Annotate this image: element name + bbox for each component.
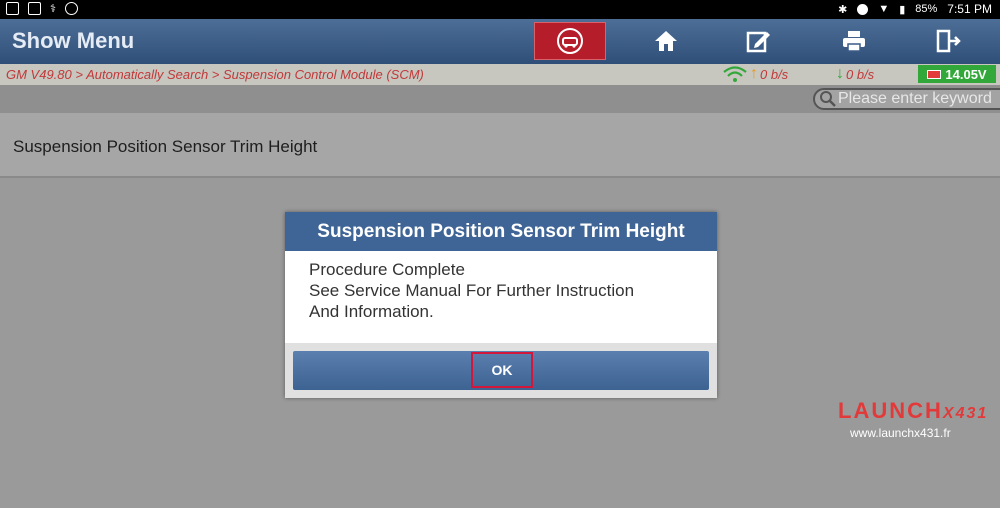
battery-icon: ▮ [899, 3, 906, 16]
path-bar: GM V49.80 > Automatically Search > Suspe… [0, 64, 1000, 85]
stethoscope-icon: ⚕ [50, 3, 56, 15]
search-icon [820, 91, 836, 107]
breadcrumb: GM V49.80 > Automatically Search > Suspe… [6, 67, 424, 82]
dialog-line: Procedure Complete [309, 260, 465, 279]
home-button[interactable] [630, 22, 702, 60]
brand-url: www.launchx431.fr [850, 426, 951, 440]
edit-report-button[interactable] [722, 22, 794, 60]
clock: 7:51 PM [947, 2, 992, 16]
dialog-title: Suspension Position Sensor Trim Height [285, 212, 717, 251]
bluetooth-icon: ✱ [838, 3, 848, 16]
exit-button[interactable] [912, 22, 984, 60]
dialog-footer: OK [285, 343, 717, 398]
dialog: Suspension Position Sensor Trim Height P… [285, 212, 717, 398]
search-input[interactable]: Please enter keyword [813, 88, 1000, 110]
battery-level: 85% [915, 3, 938, 15]
search-placeholder: Please enter keyword [838, 90, 992, 107]
ok-button-bar[interactable]: OK [293, 351, 709, 390]
brand-logo: LAUNCHX431 [838, 398, 988, 424]
upload-indicator: ↑ 0 b/s [722, 65, 788, 83]
print-icon [843, 31, 865, 52]
upload-arrow-icon: ↑ [750, 65, 758, 82]
battery-voltage-icon [927, 69, 942, 79]
dialog-line: And Information. [309, 302, 434, 321]
app-header: Show Menu [0, 19, 1000, 64]
exit-icon [936, 29, 961, 53]
brand-suffix: X431 [942, 405, 989, 422]
dialog-line: See Service Manual For Further Instructi… [309, 281, 635, 300]
settings-icon [64, 2, 78, 15]
list-item-label: Suspension Position Sensor Trim Height [13, 137, 318, 156]
voltage-badge: 14.05V [918, 65, 996, 83]
download-indicator: ↓ 0 b/s [836, 65, 874, 83]
edit-report-icon [746, 31, 770, 53]
list-item[interactable]: Suspension Position Sensor Trim Height [0, 113, 1000, 178]
android-status-bar: ⚕ ✱ ▼ ▮ 85% 7:51 PM [0, 0, 1000, 19]
gallery-icon [6, 2, 19, 15]
diagnose-button[interactable] [534, 22, 606, 60]
dialog-message: Procedure Complete See Service Manual Fo… [309, 259, 634, 322]
upload-rate: 0 b/s [760, 66, 789, 82]
home-icon [655, 31, 677, 51]
print-button[interactable] [818, 22, 890, 60]
ok-button[interactable]: OK [471, 352, 533, 388]
wifi-signal-icon [723, 66, 747, 82]
page-title: Show Menu [12, 28, 135, 53]
download-arrow-icon: ↓ [836, 65, 844, 82]
do-not-disturb-icon [857, 3, 869, 15]
voltage-value: 14.05V [945, 66, 987, 82]
brand-name: LAUNCH [838, 398, 943, 423]
image-icon [28, 2, 41, 15]
wifi-icon: ▼ [878, 3, 890, 15]
diagnose-icon [557, 28, 583, 54]
download-rate: 0 b/s [846, 66, 875, 82]
